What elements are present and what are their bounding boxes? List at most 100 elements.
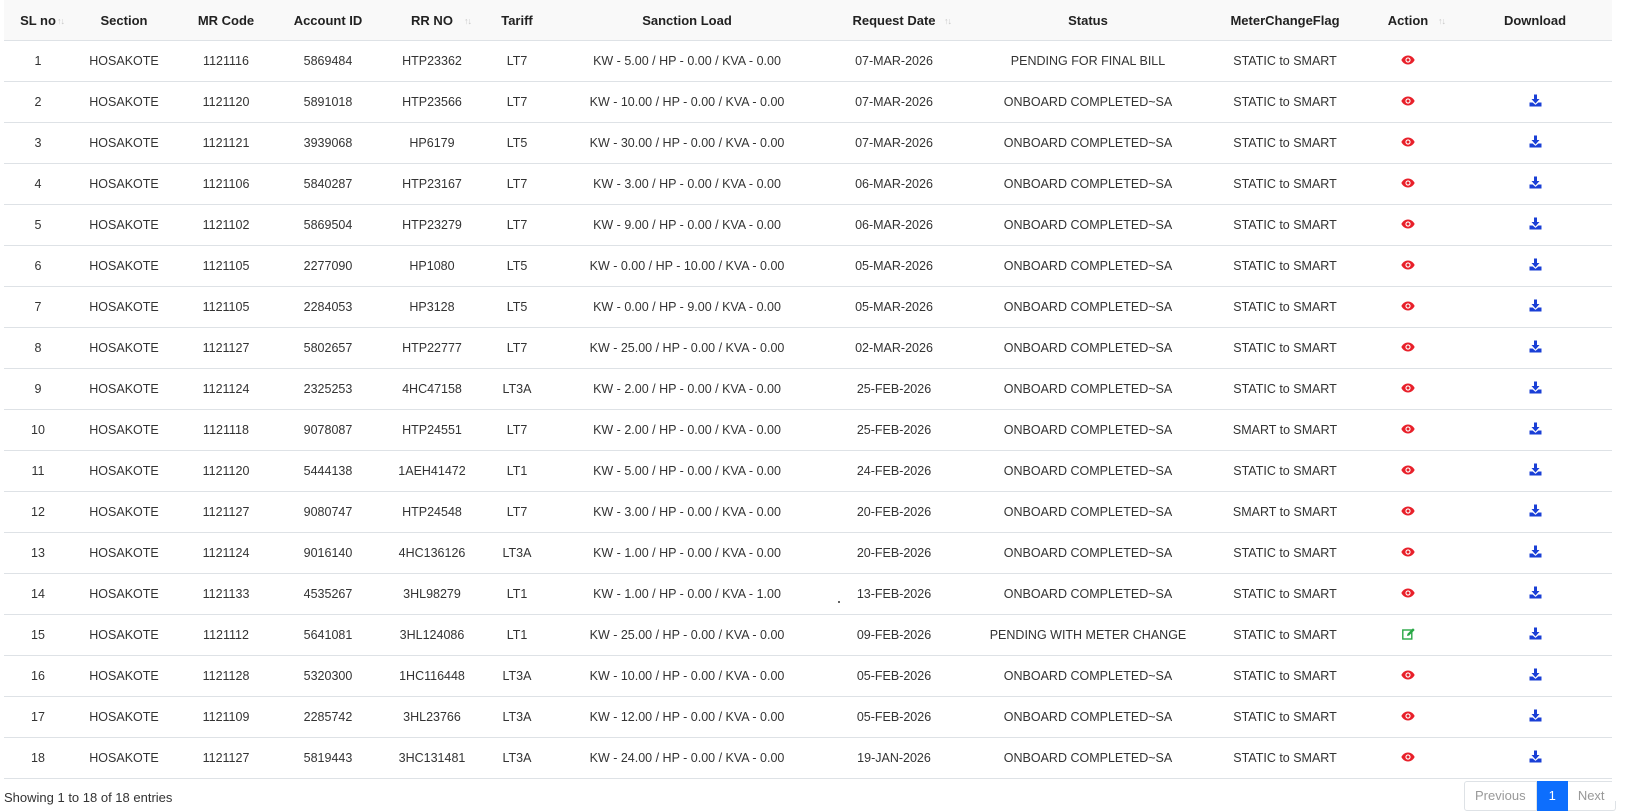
- col-header-sanction-load[interactable]: Sanction Load: [550, 0, 824, 41]
- cell-mr-code: 1121133: [176, 573, 276, 615]
- cell-download: [1458, 532, 1612, 574]
- download-icon[interactable]: [1529, 627, 1542, 643]
- cell-status: ONBOARD COMPLETED~SA: [964, 491, 1212, 533]
- col-header-sl-no[interactable]: SL no ↑↓: [4, 0, 72, 41]
- download-icon[interactable]: [1529, 381, 1542, 397]
- table-row: 15 HOSAKOTE 1121112 5641081 3HL124086 LT1 KW -…: [4, 614, 1612, 656]
- col-header-mr-code[interactable]: MR Code: [176, 0, 276, 41]
- cell-rr-no: 4HC47158: [380, 368, 484, 410]
- cell-download: [1458, 655, 1612, 697]
- cell-download: [1458, 163, 1612, 205]
- cell-status: ONBOARD COMPLETED~SA: [964, 163, 1212, 205]
- eye-icon[interactable]: [1401, 300, 1415, 314]
- col-header-tariff[interactable]: Tariff: [484, 0, 550, 41]
- download-icon[interactable]: [1529, 668, 1542, 684]
- table-header-row: SL no ↑↓ Section MR Code Account ID RR NO…: [4, 0, 1612, 41]
- col-header-section[interactable]: Section: [72, 0, 176, 41]
- cell-account-id: 9078087: [276, 409, 380, 451]
- table-row: 1 HOSAKOTE 1121116 5869484 HTP23362 LT7 KW - 5…: [4, 40, 1612, 82]
- cell-mr-code: 1121120: [176, 81, 276, 123]
- col-header-action[interactable]: Action ↑↓: [1358, 0, 1458, 41]
- eye-icon[interactable]: [1401, 505, 1415, 519]
- cell-download: [1458, 122, 1612, 164]
- eye-icon[interactable]: [1401, 587, 1415, 601]
- page-scrollbar[interactable]: [1612, 0, 1642, 801]
- eye-icon[interactable]: [1401, 382, 1415, 396]
- header-label: Action: [1387, 12, 1429, 28]
- download-icon[interactable]: [1529, 463, 1542, 479]
- col-header-download[interactable]: Download: [1458, 0, 1612, 41]
- cell-rr-no: 3HL98279: [380, 573, 484, 615]
- download-icon[interactable]: [1529, 217, 1542, 233]
- download-icon[interactable]: [1529, 258, 1542, 274]
- col-header-request-date[interactable]: Request Date ↑↓: [824, 0, 964, 41]
- download-icon[interactable]: [1529, 176, 1542, 192]
- cell-status: ONBOARD COMPLETED~SA: [964, 573, 1212, 615]
- stray-dot: [838, 601, 840, 603]
- eye-icon[interactable]: [1401, 751, 1415, 765]
- col-header-status[interactable]: Status: [964, 0, 1212, 41]
- eye-icon[interactable]: [1401, 669, 1415, 683]
- cell-tariff: LT1: [484, 614, 550, 656]
- cell-request-date: 06-MAR-2026: [824, 163, 964, 205]
- download-icon[interactable]: [1529, 340, 1542, 356]
- table-row: 10 HOSAKOTE 1121118 9078087 HTP24551 LT7 KW - …: [4, 409, 1612, 451]
- cell-sanction-load: KW - 2.00 / HP - 0.00 / KVA - 0.00: [550, 368, 824, 410]
- cell-download: [1458, 737, 1612, 779]
- eye-icon[interactable]: [1401, 218, 1415, 232]
- cell-download: [1458, 40, 1612, 82]
- eye-icon[interactable]: [1401, 136, 1415, 150]
- cell-meter-change-flag: SMART to SMART: [1212, 409, 1358, 451]
- download-icon[interactable]: [1529, 750, 1542, 766]
- eye-icon[interactable]: [1401, 710, 1415, 724]
- edit-icon[interactable]: [1401, 627, 1415, 643]
- cell-request-date: 07-MAR-2026: [824, 40, 964, 82]
- cell-sanction-load: KW - 5.00 / HP - 0.00 / KVA - 0.00: [550, 40, 824, 82]
- cell-request-date: 13-FEB-2026: [824, 573, 964, 615]
- download-icon[interactable]: [1529, 135, 1542, 151]
- cell-status: ONBOARD COMPLETED~SA: [964, 737, 1212, 779]
- table-row: 18 HOSAKOTE 1121127 5819443 3HC131481 LT3A KW …: [4, 737, 1612, 779]
- download-icon[interactable]: [1529, 504, 1542, 520]
- eye-icon[interactable]: [1401, 546, 1415, 560]
- cell-section: HOSAKOTE: [72, 204, 176, 246]
- cell-tariff: LT5: [484, 245, 550, 287]
- cell-sl-no: 6: [4, 245, 72, 287]
- header-label: Sanction Load: [642, 12, 732, 28]
- table-row: 14 HOSAKOTE 1121133 4535267 3HL98279 LT1 KW - …: [4, 573, 1612, 615]
- eye-icon[interactable]: [1401, 423, 1415, 437]
- data-table: SL no ↑↓ Section MR Code Account ID RR NO…: [4, 0, 1612, 779]
- cell-account-id: 5840287: [276, 163, 380, 205]
- previous-page-button[interactable]: Previous: [1464, 781, 1537, 811]
- download-icon[interactable]: [1529, 299, 1542, 315]
- cell-action: [1358, 122, 1458, 164]
- cell-meter-change-flag: STATIC to SMART: [1212, 163, 1358, 205]
- download-icon[interactable]: [1529, 709, 1542, 725]
- cell-section: HOSAKOTE: [72, 573, 176, 615]
- cell-meter-change-flag: STATIC to SMART: [1212, 122, 1358, 164]
- download-icon[interactable]: [1529, 94, 1542, 110]
- cell-section: HOSAKOTE: [72, 327, 176, 369]
- eye-icon[interactable]: [1401, 464, 1415, 478]
- cell-meter-change-flag: STATIC to SMART: [1212, 655, 1358, 697]
- eye-icon[interactable]: [1401, 341, 1415, 355]
- cell-sl-no: 12: [4, 491, 72, 533]
- next-page-button[interactable]: Next: [1567, 781, 1616, 811]
- cell-download: [1458, 245, 1612, 287]
- eye-icon[interactable]: [1401, 259, 1415, 273]
- cell-section: HOSAKOTE: [72, 696, 176, 738]
- col-header-meter-change-flag[interactable]: MeterChangeFlag: [1212, 0, 1358, 41]
- page-1-button[interactable]: 1: [1536, 781, 1568, 811]
- col-header-account-id[interactable]: Account ID: [276, 0, 380, 41]
- table-row: 9 HOSAKOTE 1121124 2325253 4HC47158 LT3A KW - …: [4, 368, 1612, 410]
- cell-sl-no: 11: [4, 450, 72, 492]
- download-icon[interactable]: [1529, 545, 1542, 561]
- cell-mr-code: 1121106: [176, 163, 276, 205]
- eye-icon[interactable]: [1401, 95, 1415, 109]
- eye-icon[interactable]: [1401, 177, 1415, 191]
- cell-tariff: LT1: [484, 450, 550, 492]
- download-icon[interactable]: [1529, 586, 1542, 602]
- eye-icon[interactable]: [1401, 54, 1415, 68]
- download-icon[interactable]: [1529, 422, 1542, 438]
- col-header-rr-no[interactable]: RR NO ↑↓: [380, 0, 484, 41]
